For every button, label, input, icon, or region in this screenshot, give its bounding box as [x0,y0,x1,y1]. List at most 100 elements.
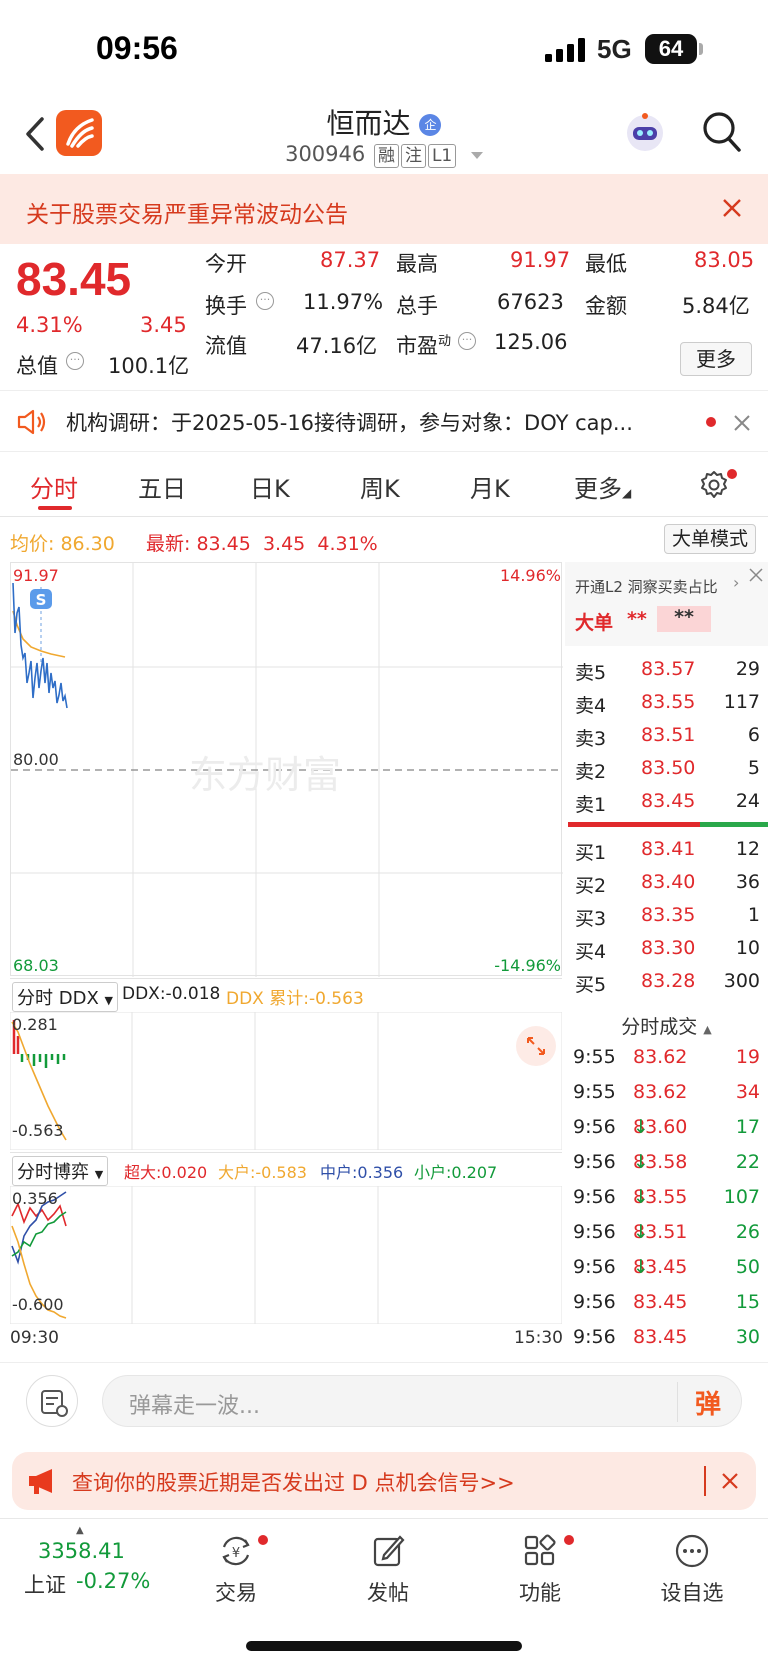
unread-dot [706,417,716,427]
tab-daily-k[interactable]: 日K [250,469,290,504]
trade-time: 9:56 [573,1151,616,1173]
ask-row[interactable]: 卖1 83.45 24 [565,790,768,820]
signal-promo-banner[interactable]: 查询你的股票近期是否发出过 D 点机会信号>> [12,1452,756,1510]
tab-weekly-k[interactable]: 周K [360,469,400,504]
bid-price: 83.41 [641,838,696,860]
bid-row[interactable]: 买2 83.40 36 [565,871,768,901]
trade-volume: 26 [735,1221,760,1243]
boyi-bottom-label: -0.600 [12,1295,64,1314]
boyi-header: 分时博弈 ▼ 超大:0.020 大户:-0.583 中户:0.356 小户:0.… [10,1152,562,1186]
close-icon[interactable] [749,568,763,582]
ask-row[interactable]: 卖2 83.50 5 [565,757,768,787]
info-icon[interactable]: ··· [66,352,84,370]
expand-icon[interactable] [516,1026,556,1066]
trade-volume: 30 [735,1326,760,1348]
bid-row[interactable]: 买3 83.35 1 [565,904,768,934]
amount-label: 金额 [585,294,627,318]
nav-trade[interactable]: ¥ 交易 [176,1531,296,1607]
bid-row[interactable]: 买5 83.28 300 [565,970,768,1000]
order-book-panel: 开通L2 洞察买卖占比 › 大单 ** ** 卖5 83.57 29 卖4 83.55 1… [565,562,768,1352]
latest-price-legend: 最新: 83.45 3.45 4.31% [146,533,378,555]
status-time: 09:56 [96,30,178,66]
trade-time: 9:56 [573,1186,616,1208]
bid-label: 买4 [575,941,607,963]
large-value: 大户:-0.583 [218,1163,307,1182]
dropdown-icon[interactable] [470,151,483,159]
marker-label: S [36,591,47,609]
ddx-bottom-label: -0.563 [12,1121,64,1140]
info-icon[interactable]: ··· [256,292,274,310]
info-icon[interactable]: ··· [458,332,476,350]
promo-text[interactable]: 查询你的股票近期是否发出过 D 点机会信号>> [72,1467,515,1497]
robot-assistant-icon[interactable] [622,110,668,156]
nav-add-watchlist-label: 设自选 [660,1581,724,1605]
announcement-text[interactable]: 关于股票交易严重异常波动公告 [26,195,348,229]
avg-price-legend: 均价: 86.30 [10,533,115,555]
ask-volume: 29 [735,658,760,680]
bid-volume: 300 [723,970,760,992]
ask-volume: 6 [747,724,760,746]
home-indicator [246,1641,522,1651]
ask-row[interactable]: 卖5 83.57 29 [565,658,768,688]
high-value: 91.97 [510,248,571,272]
trade-time: 9:56 [573,1116,616,1138]
x-start-label: 09:30 [10,1328,59,1348]
compose-icon [373,1535,405,1567]
ask-row[interactable]: 卖3 83.51 6 [565,724,768,754]
search-icon[interactable] [702,110,742,154]
pct-min-label: -14.96% [494,956,561,975]
y-mid-label: 80.00 [13,750,59,769]
research-text[interactable]: 机构调研：于2025-05-16接待调研，参与对象：DOY cap... [66,407,633,437]
boyi-selector[interactable]: 分时博弈 ▼ [12,1156,109,1186]
tab-intraday[interactable]: 分时 [30,469,78,504]
nav-functions[interactable]: 功能 [480,1531,600,1607]
ddx-indicator-panel[interactable]: 分时 DDX ▼ DDX:-0.018 DDX 累计:-0.563 0.281 … [10,978,562,1150]
y-min-label: 68.03 [13,956,59,975]
index-ticker[interactable]: ▲ 3358.41 上证 -0.27% [20,1525,160,1605]
ask-volume: 117 [723,691,760,713]
danmu-send-button[interactable]: 弹 [695,1384,721,1421]
announcement-banner[interactable]: 关于股票交易严重异常波动公告 [0,174,768,244]
trade-time: 9:55 [573,1046,616,1068]
nav-trade-label: 交易 [215,1581,257,1605]
tab-five-day[interactable]: 五日 [138,469,186,504]
close-icon[interactable] [722,198,742,218]
l2-promo[interactable]: 开通L2 洞察买卖占比 › 大单 ** ** [565,562,768,646]
caret-up-icon: ▲ [76,1525,84,1536]
more-button[interactable]: 更多 [680,342,752,376]
comment-placeholder[interactable]: 弹幕走一波... [129,1388,260,1420]
bid-row[interactable]: 买4 83.30 10 [565,937,768,967]
close-icon[interactable] [734,415,750,431]
l2-promo-text[interactable]: 开通L2 洞察买卖占比 [575,576,718,597]
ask-row[interactable]: 卖4 83.55 117 [565,691,768,721]
functions-badge-dot [564,1535,574,1545]
comment-list-icon[interactable] [26,1375,78,1427]
index-change: -0.27% [76,1569,151,1593]
comment-input[interactable]: 弹幕走一波... 弹 [102,1375,742,1427]
change-amount: 3.45 [140,313,187,337]
ask-volume: 5 [747,757,760,779]
pct-max-label: 14.96% [500,566,561,585]
tab-more[interactable]: 更多◢ [574,469,631,504]
promo-divider [704,1466,706,1496]
bid-volume: 36 [735,871,760,893]
research-ticker[interactable]: 机构调研：于2025-05-16接待调研，参与对象：DOY cap... [0,390,768,452]
trade-row: 9:56 83.58 ↓ 22 [573,1151,760,1173]
trade-row: 9:56 83.45 15 [573,1291,760,1313]
ddx-selector[interactable]: 分时 DDX ▼ [12,982,118,1012]
settings-gear-icon[interactable] [698,469,730,501]
settings-badge-dot [727,469,737,479]
close-icon[interactable] [722,1473,738,1489]
capital-game-panel[interactable]: 分时博弈 ▼ 超大:0.020 大户:-0.583 中户:0.356 小户:0.… [10,1152,562,1324]
market-cap-label: 总值 [16,354,58,378]
intraday-chart[interactable]: 东方财富 91.97 14.96% 80.00 68.03 -14.96% S [10,562,563,977]
bid-row[interactable]: 买1 83.41 12 [565,838,768,868]
tab-monthly-k[interactable]: 月K [470,469,510,504]
network-label: 5G [597,34,632,64]
bid-label: 买5 [575,974,607,996]
big-order-mode-button[interactable]: 大单模式 [664,524,756,554]
nav-post[interactable]: 发帖 [328,1531,448,1607]
nav-add-watchlist[interactable]: 设自选 [632,1531,752,1607]
index-value: 3358.41 [38,1539,125,1563]
megaphone-icon [29,1469,52,1494]
